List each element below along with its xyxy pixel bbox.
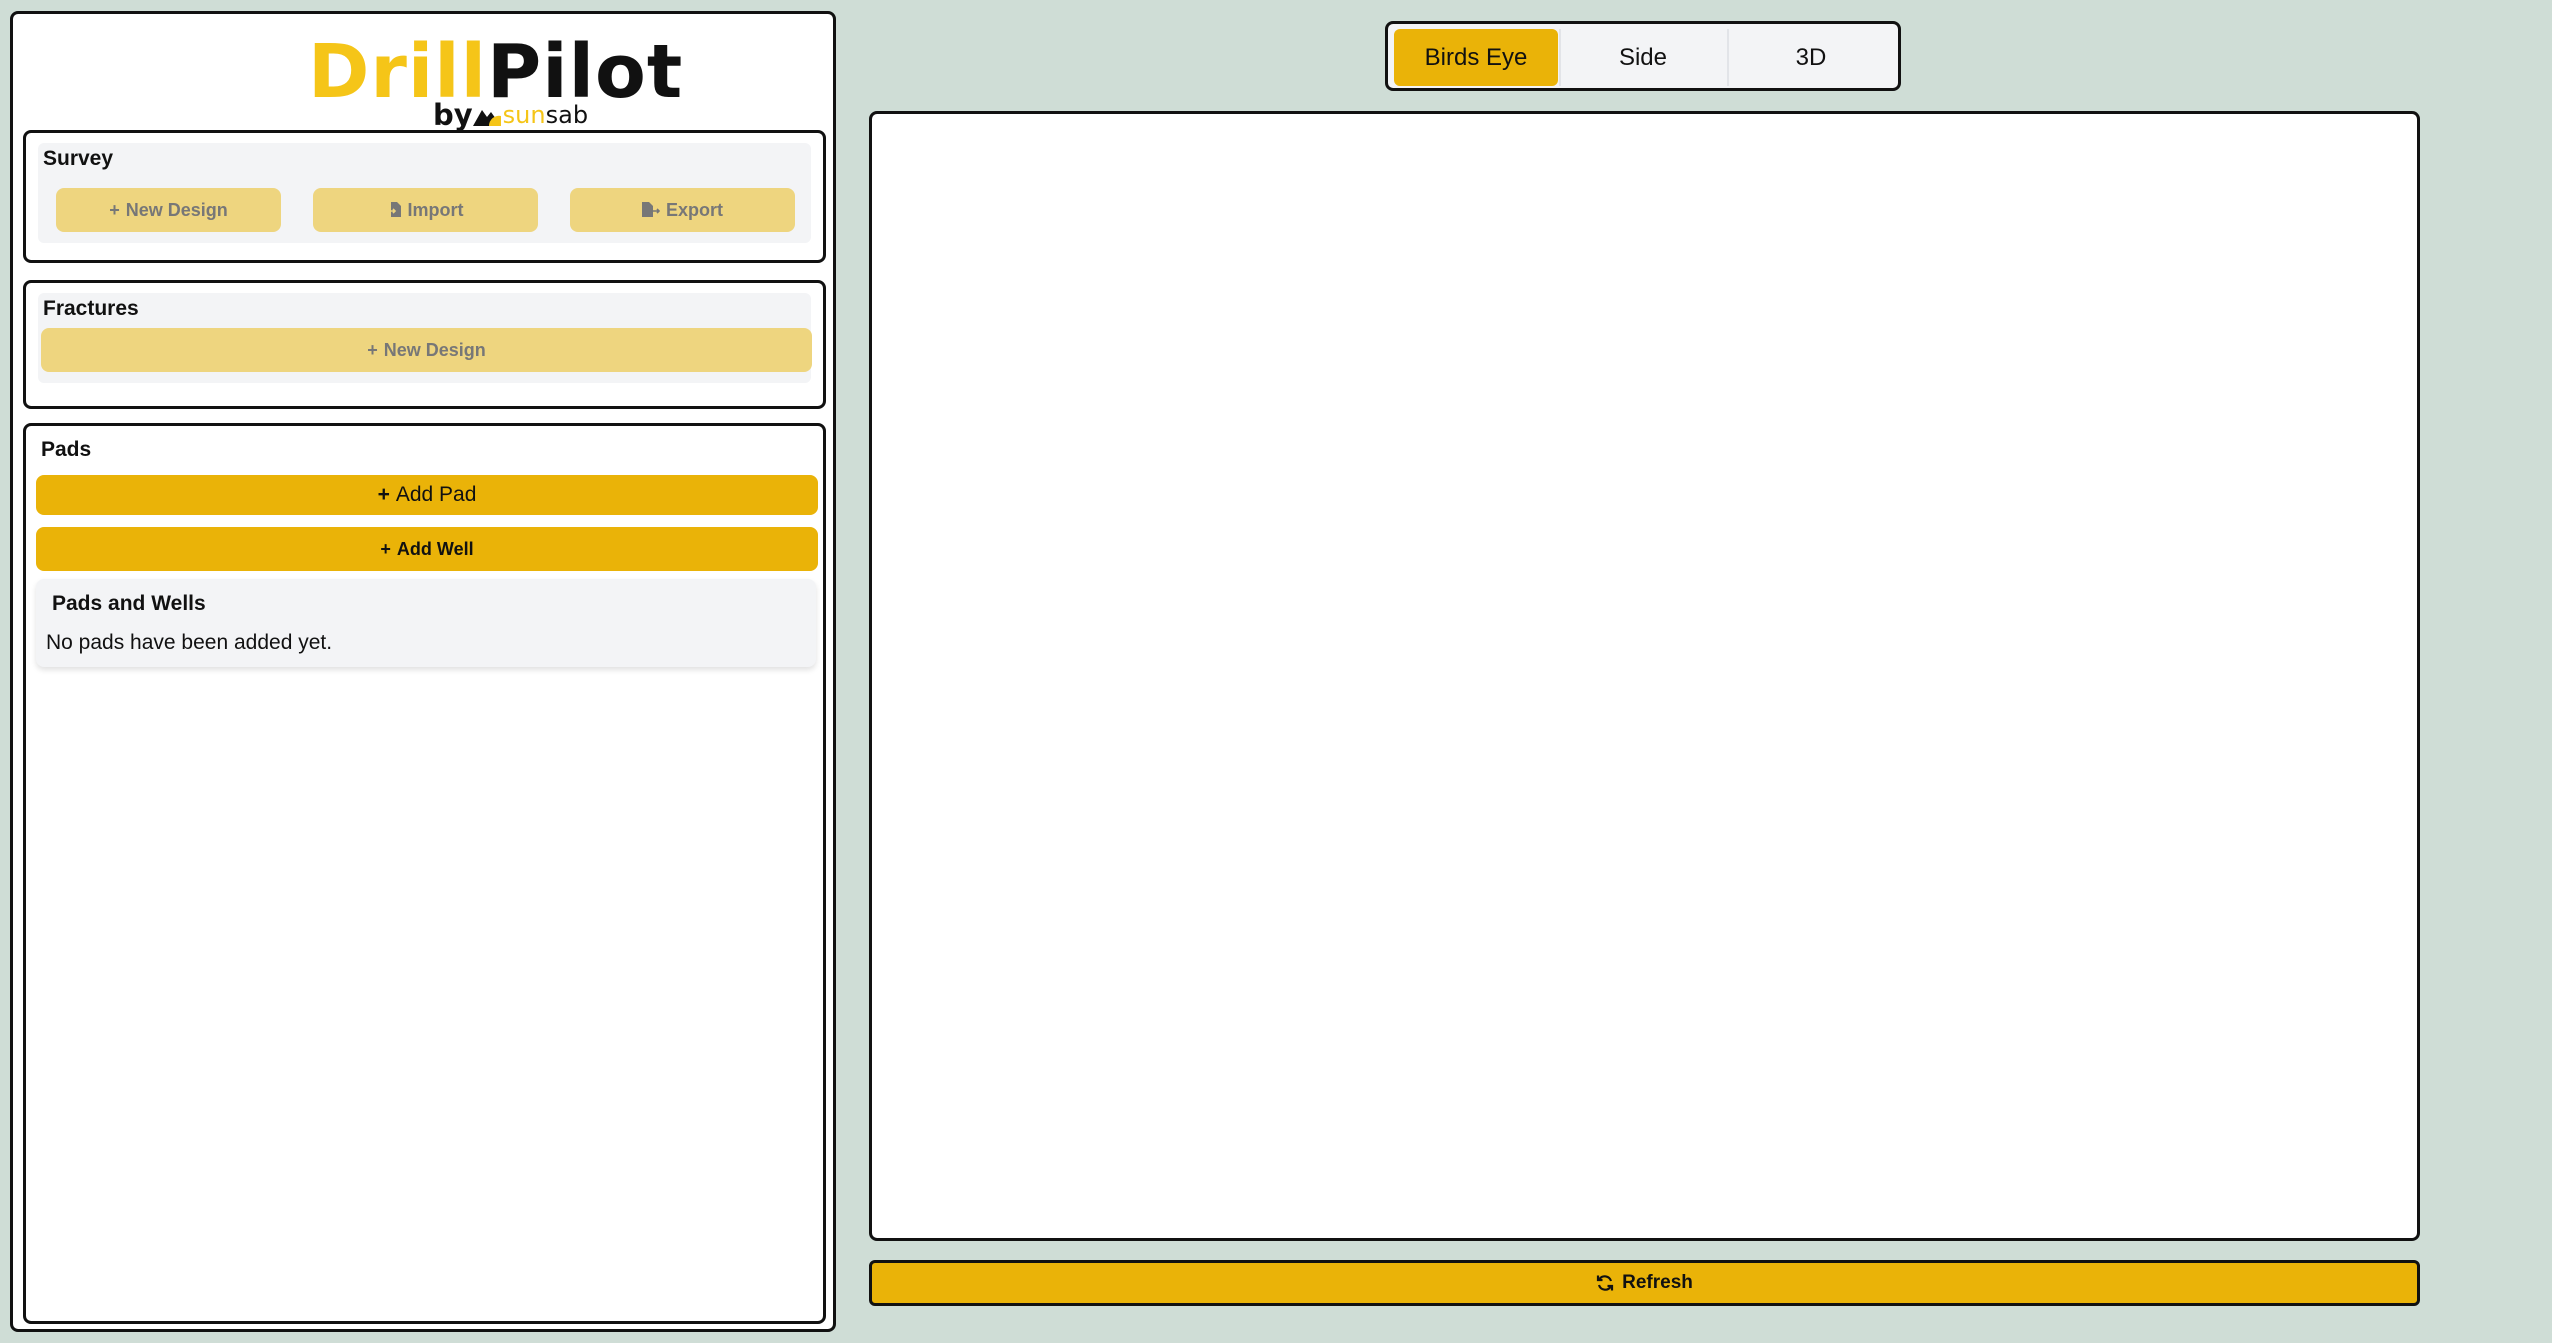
- drillpilot-logo: DrillPilot by sunsab: [298, 28, 682, 133]
- tab-3d[interactable]: 3D: [1729, 29, 1893, 86]
- add-well-label: Add Well: [396, 538, 474, 559]
- sidebar: DrillPilot by sunsab Survey + New Design…: [10, 11, 836, 1332]
- refresh-button[interactable]: Refresh: [869, 1260, 2420, 1306]
- fractures-panel: Fractures + New Design: [23, 280, 826, 409]
- plus-icon: +: [377, 483, 390, 506]
- add-well-button[interactable]: + Add Well: [36, 527, 818, 571]
- pads-panel: Pads + Add Pad + Add Well Pads and Wells…: [23, 423, 826, 1324]
- tab-side[interactable]: Side: [1561, 29, 1725, 86]
- visualization-canvas[interactable]: [869, 111, 2420, 1241]
- logo-sun-text: sun: [502, 101, 546, 129]
- add-pad-button[interactable]: + Add Pad: [36, 475, 818, 515]
- file-import-icon: [387, 202, 401, 217]
- fractures-title: Fractures: [43, 297, 139, 320]
- survey-new-design-button[interactable]: + New Design: [56, 188, 281, 232]
- pads-and-wells-list: Pads and Wells No pads have been added y…: [36, 579, 816, 667]
- export-button[interactable]: Export: [570, 188, 795, 232]
- pads-title: Pads: [41, 438, 92, 461]
- survey-title: Survey: [43, 147, 114, 170]
- plus-icon: +: [367, 339, 378, 360]
- logo-sab-text: sab: [545, 101, 589, 129]
- logo-by-text: by: [433, 98, 473, 132]
- add-pad-label: Add Pad: [395, 483, 477, 506]
- fractures-new-design-button[interactable]: + New Design: [41, 328, 812, 372]
- view-tabs: Birds Eye Side 3D: [1385, 21, 1901, 91]
- plus-icon: +: [380, 538, 391, 559]
- tab-birds-eye[interactable]: Birds Eye: [1394, 29, 1558, 86]
- import-label: Import: [407, 199, 464, 220]
- refresh-label: Refresh: [1622, 1272, 1693, 1293]
- fractures-new-design-label: New Design: [383, 339, 486, 360]
- sunsab-mountain-icon: [472, 110, 501, 126]
- refresh-icon: [1597, 1275, 1614, 1291]
- export-label: Export: [665, 199, 723, 220]
- empty-state-text: No pads have been added yet.: [46, 631, 333, 654]
- survey-new-design-label: New Design: [125, 199, 228, 220]
- pads-and-wells-title: Pads and Wells: [52, 592, 206, 615]
- import-button[interactable]: Import: [313, 188, 538, 232]
- plus-icon: +: [109, 199, 120, 220]
- survey-panel: Survey + New Design Import Export: [23, 130, 826, 263]
- file-export-icon: [641, 202, 660, 217]
